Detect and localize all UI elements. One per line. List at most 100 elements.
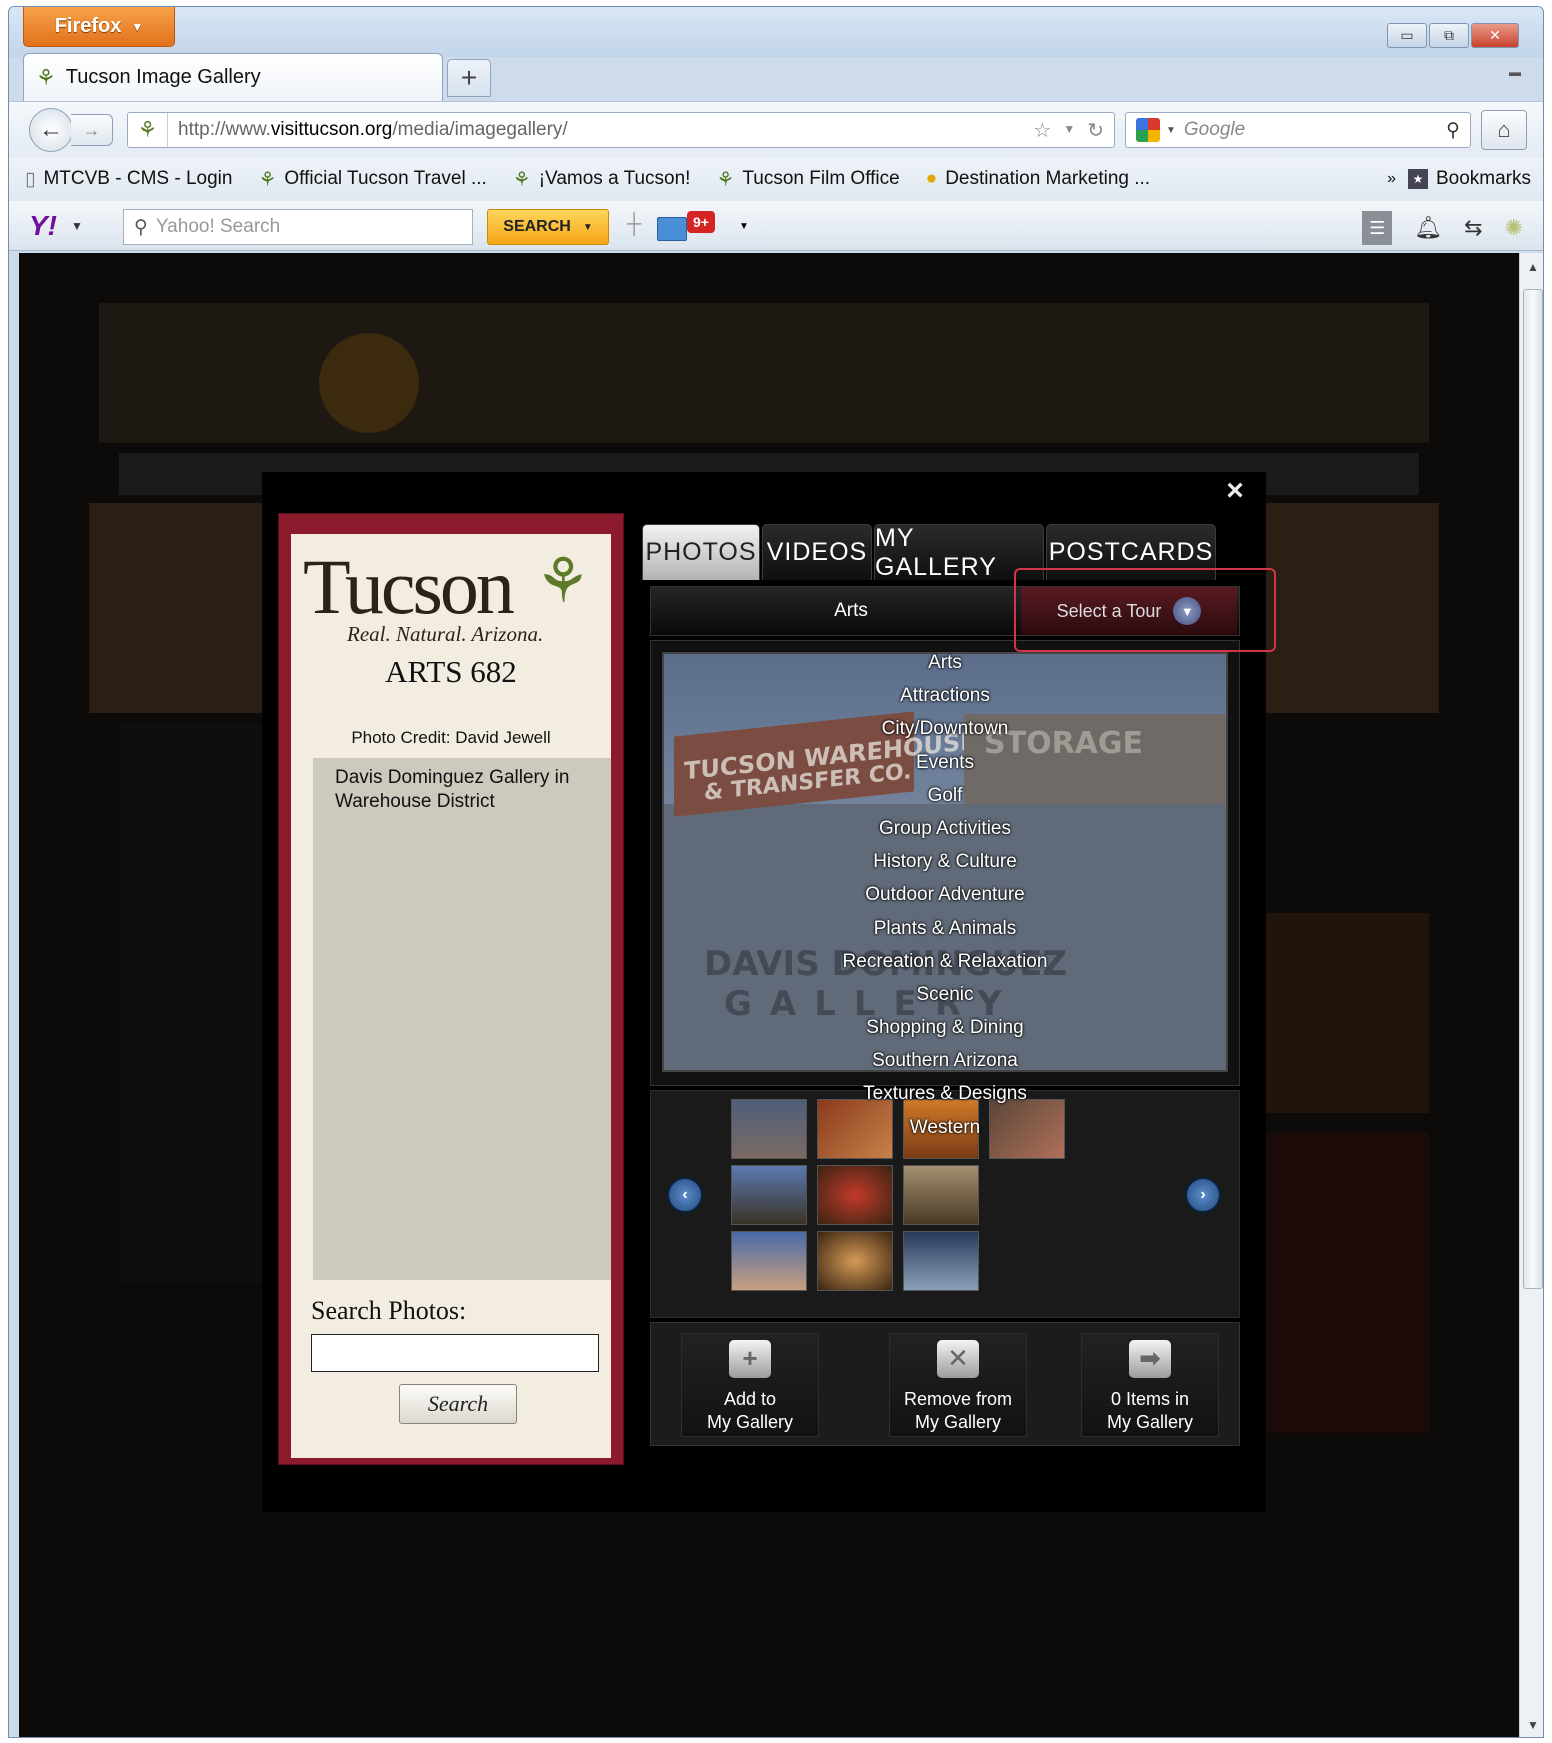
thumbnail[interactable] (903, 1165, 979, 1225)
search-photos-label: Search Photos: (311, 1296, 467, 1325)
bookmark-tucson-film-office[interactable]: ⚘ Tucson Film Office (700, 167, 909, 192)
home-button[interactable]: ⌂ (1481, 110, 1527, 150)
google-icon[interactable] (1136, 118, 1160, 142)
web-search-placeholder: Google (1183, 119, 1246, 140)
bookmark-destination-marketing[interactable]: ● Destination Marketing ... (910, 168, 1160, 190)
thumbnail[interactable] (817, 1231, 893, 1291)
dropdown-arrow-icon: ▼ (739, 221, 749, 232)
history-dropdown-icon[interactable]: ▼ (1063, 118, 1075, 143)
tour-option-attractions[interactable]: Attractions (662, 679, 1228, 712)
new-tab-button[interactable]: + (447, 59, 491, 97)
thumbnail[interactable] (731, 1231, 807, 1291)
swap-arrows-icon[interactable]: ⇆ (1464, 215, 1482, 241)
tour-option-western[interactable]: Western (662, 1111, 1228, 1144)
plus-icon: + (729, 1340, 771, 1378)
arrow-right-icon: ➡ (1129, 1340, 1171, 1378)
yahoo-logo-icon[interactable]: Y! ▼ (29, 209, 83, 243)
list-icon[interactable]: ☰ (1362, 211, 1393, 245)
home-icon: ⌂ (1497, 117, 1511, 142)
back-button[interactable]: ← (29, 108, 73, 152)
maximize-button[interactable]: ⧉ (1429, 23, 1469, 48)
items-in-my-gallery-button[interactable]: ➡ 0 Items in My Gallery (1081, 1333, 1219, 1437)
address-bar[interactable]: ⚘ http://www.visittucson.org/media/image… (127, 112, 1115, 148)
cactus-icon: ⚘ (258, 168, 277, 191)
next-arrow-icon[interactable]: › (1185, 1177, 1221, 1213)
site-identity-icon[interactable]: ⚘ (128, 113, 168, 147)
background-promo-2 (1259, 1133, 1429, 1433)
tab-list-icon[interactable]: ▬ (1509, 65, 1521, 79)
web-search-box[interactable]: ▼ Google ⚲ (1125, 112, 1471, 148)
tab-title: Tucson Image Gallery (65, 66, 261, 88)
forward-button[interactable]: → (71, 114, 113, 146)
thumbnail[interactable] (817, 1165, 893, 1225)
cactus-icon: ⚘ (535, 547, 591, 616)
tour-option-group-activities[interactable]: Group Activities (662, 812, 1228, 845)
tour-option-shopping-dining[interactable]: Shopping & Dining (662, 1011, 1228, 1044)
person-icon: ● (925, 168, 938, 189)
scroll-down-arrow-icon[interactable]: ▼ (1520, 1711, 1543, 1737)
close-window-button[interactable]: ✕ (1471, 23, 1519, 48)
search-icon[interactable]: ⚲ (1446, 119, 1470, 142)
firefox-menu-label: Firefox (54, 15, 122, 37)
thumbnail[interactable] (903, 1231, 979, 1291)
tour-option-recreation-relaxation[interactable]: Recreation & Relaxation (662, 945, 1228, 978)
search-photos-button[interactable]: Search (399, 1384, 517, 1424)
background-sidebar (119, 723, 279, 1283)
bookmark-official-tucson-travel[interactable]: ⚘ Official Tucson Travel ... (242, 167, 496, 192)
tour-option-plants-animals[interactable]: Plants & Animals (662, 912, 1228, 945)
page-icon: ▯ (25, 168, 36, 190)
cactus-icon: ⚘ (716, 168, 735, 191)
image-info-card: Tucson ⚘ Real. Natural. Arizona. ARTS 68… (291, 534, 611, 1458)
firefox-menu-button[interactable]: Firefox ▼ (23, 7, 175, 47)
add-to-my-gallery-button[interactable]: + Add to My Gallery (681, 1333, 819, 1437)
yahoo-search-input[interactable]: ⚲ Yahoo! Search (123, 209, 473, 245)
reload-icon[interactable]: ↻ (1087, 118, 1104, 143)
search-icon: ⚲ (134, 216, 148, 238)
back-arrow-icon: ← (39, 116, 63, 143)
engine-dropdown-icon[interactable]: ▼ (1166, 125, 1176, 136)
tour-option-outdoor-adventure[interactable]: Outdoor Adventure (662, 878, 1228, 911)
tab-videos[interactable]: VIDEOS (762, 524, 872, 580)
bell-icon[interactable]: 🔔︎ (1414, 215, 1442, 241)
toolbar-separator-icon: ┼ (627, 213, 642, 235)
tour-option-history-culture[interactable]: History & Culture (662, 845, 1228, 878)
thumbnail[interactable] (731, 1165, 807, 1225)
tour-option-arts[interactable]: Arts (662, 646, 1228, 679)
select-tour-highlight (1014, 568, 1276, 652)
tour-option-scenic[interactable]: Scenic (662, 978, 1228, 1011)
tour-option-events[interactable]: Events (662, 746, 1228, 779)
vertical-scrollbar[interactable]: ▲ ▼ (1519, 253, 1543, 1737)
bookmarks-toolbar: ▯ MTCVB - CMS - Login ⚘ Official Tucson Tr… (9, 157, 1543, 201)
dropdown-arrow-icon: ▼ (131, 19, 144, 34)
remove-from-my-gallery-button[interactable]: ✕ Remove from My Gallery (889, 1333, 1027, 1437)
tour-option-city-downtown[interactable]: City/Downtown (662, 712, 1228, 745)
close-lightbox-icon[interactable]: × (1220, 474, 1250, 507)
bookmark-vamos-a-tucson[interactable]: ⚘ ¡Vamos a Tucson! (497, 167, 701, 192)
chevron-more-icon[interactable]: » (1387, 170, 1396, 188)
image-title: ARTS 682 (385, 654, 517, 689)
bookmark-mtcvb[interactable]: ▯ MTCVB - CMS - Login (9, 168, 242, 191)
tab-photos[interactable]: PHOTOS (642, 524, 760, 580)
tour-option-golf[interactable]: Golf (662, 779, 1228, 812)
scrollbar-thumb[interactable] (1523, 289, 1543, 1289)
tucson-logo: Tucson (303, 543, 515, 630)
photo-credit: Photo Credit: David Jewell (351, 728, 551, 747)
gallery-actions-bar: + Add to My Gallery ✕ Remove from My Gal… (650, 1322, 1240, 1446)
background-promo-1 (1259, 913, 1429, 1113)
minimize-button[interactable]: ▭ (1387, 23, 1427, 48)
yahoo-mail-button[interactable]: 9+ ▼ (657, 211, 749, 243)
url-text[interactable]: http://www.visittucson.org/media/imagega… (168, 119, 568, 141)
previous-arrow-icon[interactable]: ‹ (667, 1177, 703, 1213)
tour-option-southern-arizona[interactable]: Southern Arizona (662, 1044, 1228, 1077)
sun-icon[interactable]: ✺ (1505, 215, 1523, 241)
yahoo-search-button[interactable]: SEARCH ▼ (487, 209, 609, 245)
bookmarks-menu-button[interactable]: ★ Bookmarks (1407, 168, 1531, 190)
scroll-up-arrow-icon[interactable]: ▲ (1520, 253, 1543, 281)
tab-tucson-image-gallery[interactable]: ⚘ Tucson Image Gallery (23, 53, 443, 101)
search-photos-input[interactable] (311, 1334, 599, 1372)
image-info-panel: Tucson ⚘ Real. Natural. Arizona. ARTS 68… (278, 513, 624, 1465)
background-header (99, 303, 1429, 443)
current-category-label: Arts (834, 600, 868, 621)
tour-option-textures-designs[interactable]: Textures & Designs (662, 1077, 1228, 1110)
bookmark-star-icon[interactable]: ☆ (1033, 118, 1051, 143)
